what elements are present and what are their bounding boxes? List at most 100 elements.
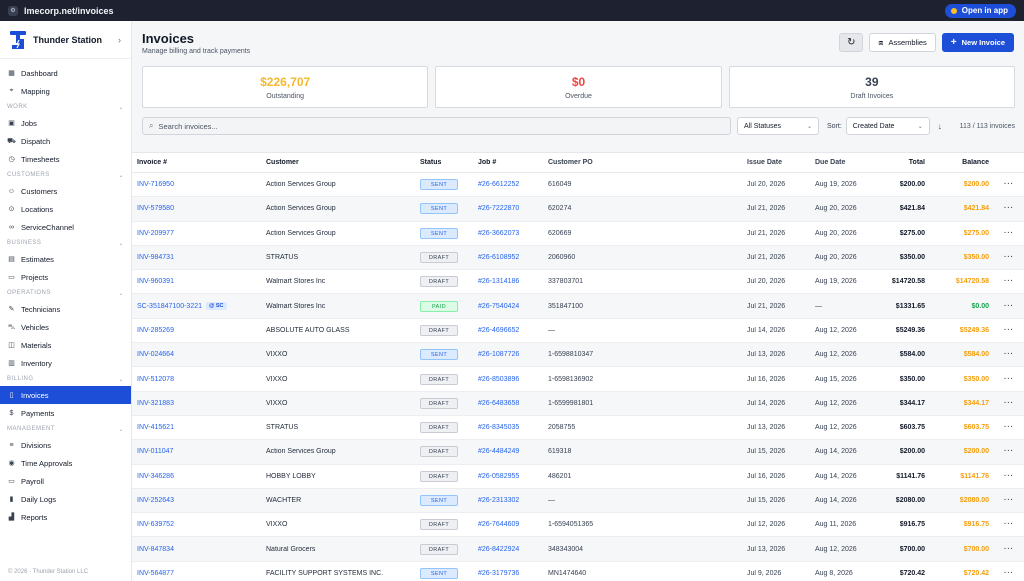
job-link[interactable]: #26-4696652 xyxy=(473,327,543,334)
refresh-button[interactable]: ↻ xyxy=(839,33,864,52)
nav-section-work[interactable]: WORK ⌄ xyxy=(0,100,131,114)
invoice-link[interactable]: SC-351847100-3221 @ SC xyxy=(132,302,261,311)
sidebar-item-timesheets[interactable]: ◷ Timesheets xyxy=(0,150,131,168)
invoice-link[interactable]: INV-579580 xyxy=(132,205,261,212)
table-row[interactable]: INV-252643 WACHTER SENT #26-2313302 — Jul 15,… xyxy=(132,488,1024,514)
job-link[interactable]: #26-7540424 xyxy=(473,303,543,310)
table-row[interactable]: INV-346286 HOBBY LOBBY DRAFT #26-0582955 486… xyxy=(132,465,1024,489)
more-actions-icon[interactable]: ··· xyxy=(994,327,1024,334)
nav-section-management[interactable]: MANAGEMENT ⌄ xyxy=(0,422,131,436)
table-row[interactable]: INV-984731 STRATUS DRAFT #26-6108952 2060960… xyxy=(132,245,1024,271)
column-header-due-date[interactable]: Due Date xyxy=(810,159,878,166)
table-row[interactable]: SC-351847100-3221 @ SC Walmart Stores Inc P… xyxy=(132,294,1024,319)
invoice-link[interactable]: INV-209977 xyxy=(132,230,261,237)
sort-select[interactable]: Created Date ⌄ xyxy=(845,117,930,135)
table-row[interactable]: INV-960391 Walmart Stores Inc DRAFT #26-131… xyxy=(132,270,1024,295)
sidebar-item-jobs[interactable]: ▣ Jobs xyxy=(0,114,131,132)
more-actions-icon[interactable]: ··· xyxy=(994,424,1024,431)
sidebar-item-dispatch[interactable]: ⛟ Dispatch xyxy=(0,132,131,150)
nav-section-customers[interactable]: CUSTOMERS ⌄ xyxy=(0,168,131,182)
column-header-status[interactable]: Status xyxy=(415,159,473,166)
invoice-link[interactable]: INV-321883 xyxy=(132,400,261,407)
more-actions-icon[interactable]: ··· xyxy=(994,351,1024,358)
invoice-link[interactable]: INV-415621 xyxy=(132,424,261,431)
more-actions-icon[interactable]: ··· xyxy=(994,473,1024,480)
column-header-total[interactable]: Total xyxy=(878,159,930,166)
job-link[interactable]: #26-6108952 xyxy=(473,254,543,261)
job-link[interactable]: #26-4484249 xyxy=(473,448,543,455)
more-actions-icon[interactable]: ··· xyxy=(994,400,1024,407)
nav-section-billing[interactable]: BILLING ⌄ xyxy=(0,372,131,386)
sidebar-item-projects[interactable]: ▭ Projects xyxy=(0,268,131,286)
table-row[interactable]: INV-321883 VIXXO DRAFT #26-6483658 1-6599981… xyxy=(132,391,1024,416)
open-in-app-button[interactable]: Open in app xyxy=(944,3,1016,18)
more-actions-icon[interactable]: ··· xyxy=(994,546,1024,553)
job-link[interactable]: #26-3662073 xyxy=(473,230,543,237)
assemblies-button[interactable]: ⧈ Assemblies xyxy=(869,33,936,52)
sidebar-item-locations[interactable]: ⊙ Locations xyxy=(0,200,131,218)
sidebar-item-vehicles[interactable]: ⛍ Vehicles xyxy=(0,318,131,336)
column-header-customer-po[interactable]: Customer PO xyxy=(543,159,742,166)
job-link[interactable]: #26-1314186 xyxy=(473,278,543,285)
job-link[interactable]: #26-6483658 xyxy=(473,400,543,407)
job-link[interactable]: #26-7222870 xyxy=(473,205,543,212)
table-row[interactable]: INV-579580 Action Services Group SENT #26-7… xyxy=(132,197,1024,222)
invoice-link[interactable]: INV-252643 xyxy=(132,497,261,504)
more-actions-icon[interactable]: ··· xyxy=(994,230,1024,237)
brand-switcher[interactable]: Thunder Station › xyxy=(0,21,131,59)
sidebar-item-mapping[interactable]: ⌖ Mapping xyxy=(0,82,131,100)
column-header-balance[interactable]: Balance xyxy=(930,159,994,166)
table-row[interactable]: INV-209977 Action Services Group SENT #26-3… xyxy=(132,222,1024,246)
nav-section-operations[interactable]: OPERATIONS ⌄ xyxy=(0,286,131,300)
sidebar-item-daily-logs[interactable]: ▮ Daily Logs xyxy=(0,490,131,508)
sidebar-item-invoices[interactable]: ▯ Invoices xyxy=(0,386,131,404)
more-actions-icon[interactable]: ··· xyxy=(994,497,1024,504)
more-actions-icon[interactable]: ··· xyxy=(994,376,1024,383)
invoice-link[interactable]: INV-639752 xyxy=(132,521,261,528)
nav-section-business[interactable]: BUSINESS ⌄ xyxy=(0,236,131,250)
more-actions-icon[interactable]: ··· xyxy=(994,181,1024,188)
job-link[interactable]: #26-7644609 xyxy=(473,521,543,528)
table-row[interactable]: INV-512078 VIXXO DRAFT #26-8503896 1-6598136… xyxy=(132,367,1024,392)
sidebar-item-inventory[interactable]: ▥ Inventory xyxy=(0,354,131,372)
sidebar-item-materials[interactable]: ◫ Materials xyxy=(0,336,131,354)
job-link[interactable]: #26-0582955 xyxy=(473,473,543,480)
invoice-link[interactable]: INV-960391 xyxy=(132,278,261,285)
job-link[interactable]: #26-2313302 xyxy=(473,497,543,504)
invoice-link[interactable]: INV-564877 xyxy=(132,570,261,577)
table-row[interactable]: INV-415621 STRATUS DRAFT #26-8345035 2058755… xyxy=(132,416,1024,441)
sidebar-item-time-approvals[interactable]: ◉ Time Approvals xyxy=(0,454,131,472)
job-link[interactable]: #26-8345035 xyxy=(473,424,543,431)
sidebar-item-technicians[interactable]: ✎ Technicians xyxy=(0,300,131,318)
invoice-link[interactable]: INV-716950 xyxy=(132,181,261,188)
more-actions-icon[interactable]: ··· xyxy=(994,570,1024,577)
column-header-invoice[interactable]: Invoice # xyxy=(132,159,261,166)
more-actions-icon[interactable]: ··· xyxy=(994,254,1024,261)
invoice-link[interactable]: INV-346286 xyxy=(132,473,261,480)
sort-direction-arrow-down-icon[interactable]: ↓ xyxy=(938,122,942,131)
sidebar-item-payments[interactable]: $ Payments xyxy=(0,404,131,422)
url-text[interactable]: lmecorp.net/invoices xyxy=(24,6,114,16)
job-link[interactable]: #26-8503896 xyxy=(473,376,543,383)
search-box[interactable]: ⌕ xyxy=(142,117,731,135)
table-row[interactable]: INV-847834 Natural Grocers DRAFT #26-842292… xyxy=(132,537,1024,562)
invoice-link[interactable]: INV-024664 xyxy=(132,351,261,358)
sidebar-item-payroll[interactable]: ▭ Payroll xyxy=(0,472,131,490)
status-filter-select[interactable]: All Statuses ⌄ xyxy=(737,117,819,135)
sidebar-item-divisions[interactable]: ≡ Divisions xyxy=(0,436,131,454)
column-header-job[interactable]: Job # xyxy=(473,159,543,166)
invoice-link[interactable]: INV-285269 xyxy=(132,327,261,334)
more-actions-icon[interactable]: ··· xyxy=(994,303,1024,310)
more-actions-icon[interactable]: ··· xyxy=(994,521,1024,528)
table-row[interactable]: INV-024664 VIXXO SENT #26-1087726 1-65988103… xyxy=(132,343,1024,368)
invoice-link[interactable]: INV-512078 xyxy=(132,376,261,383)
table-row[interactable]: INV-716950 Action Services Group SENT #26-6… xyxy=(132,173,1024,198)
sidebar-item-dashboard[interactable]: ▦ Dashboard xyxy=(0,64,131,82)
more-actions-icon[interactable]: ··· xyxy=(994,448,1024,455)
site-settings-icon[interactable]: ⚙ xyxy=(8,5,18,16)
new-invoice-button[interactable]: + New Invoice xyxy=(941,33,1014,52)
column-header-issue-date[interactable]: Issue Date xyxy=(742,159,810,166)
job-link[interactable]: #26-3179736 xyxy=(473,570,543,577)
more-actions-icon[interactable]: ··· xyxy=(994,205,1024,212)
sidebar-item-estimates[interactable]: ▤ Estimates xyxy=(0,250,131,268)
